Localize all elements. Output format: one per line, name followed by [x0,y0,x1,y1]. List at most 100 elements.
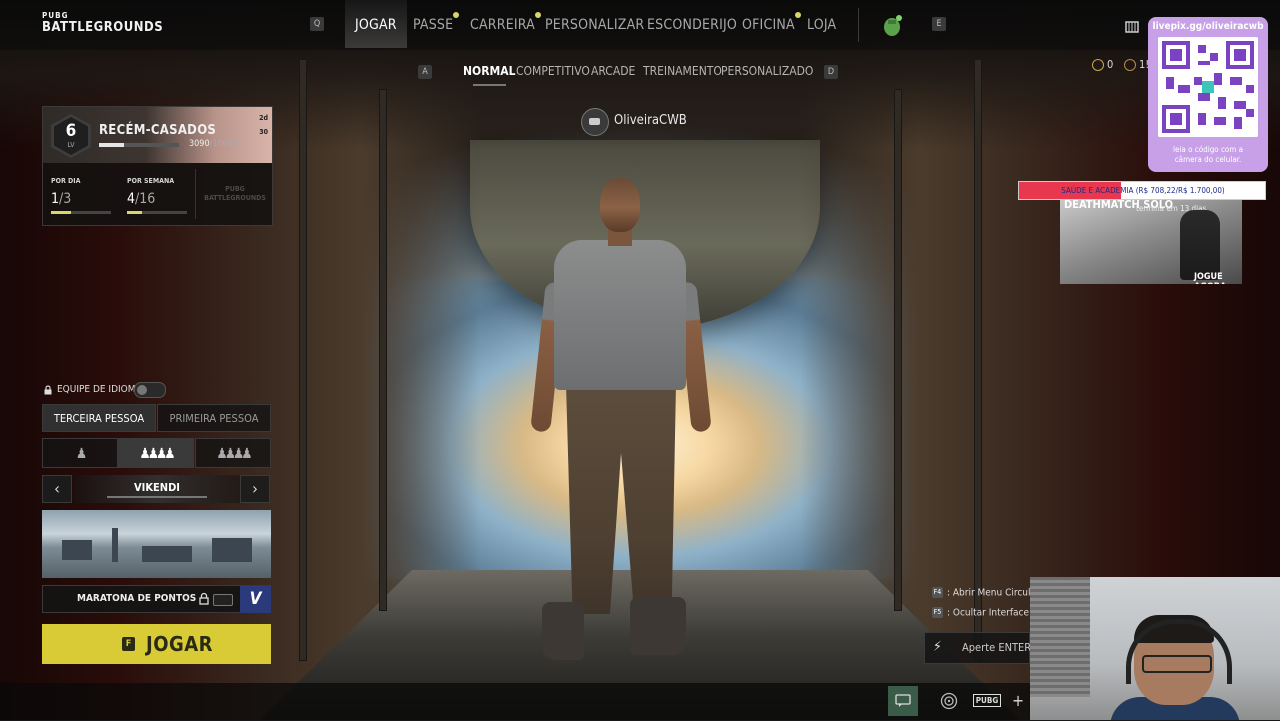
tab-label: PASSE [413,17,454,33]
tpp-button[interactable]: TERCEIRA PESSOA [42,404,156,432]
character-boot-left [542,602,584,660]
tab-esconderijo[interactable]: ESCONDERIJO [647,0,737,48]
character-head [600,178,640,232]
event-badge: V [240,586,271,613]
goal-label: SAÚDE E ACADEMIA [1061,186,1134,195]
tab-label: LOJA [807,17,837,33]
pass-watermark: PUBG BATTLEGROUNDS [204,185,266,202]
language-team-toggle[interactable] [134,382,166,398]
pass-xp-max: /10000 [209,139,239,149]
chevron-left-icon: ‹ [54,479,60,498]
pass-xp-value: 3090 [189,139,210,149]
pubg-button[interactable]: PUBG [972,686,1002,716]
shop-icon[interactable] [1124,18,1140,34]
nav-divider [858,8,859,42]
solo-icon: ♟ [75,446,87,462]
squad-solo-button[interactable]: ♟ [42,438,118,468]
pass-divider [195,169,196,219]
tab-passe[interactable]: PASSE [413,0,460,48]
goal-amount: (R$ 708,22/R$ 1.700,00) [1135,186,1225,195]
squad-fill-button[interactable]: ♟♟♟♟ [195,438,271,468]
mode-personalizado[interactable]: PERSONALIZADO [721,64,813,78]
daily-value: 1 [51,191,60,207]
chat-button[interactable] [888,686,918,716]
map-name-underline [107,496,207,498]
mode-competitivo[interactable]: COMPETITIVO [516,64,590,78]
webcam-window-blinds [1030,577,1090,697]
hint-key: F4 [932,587,943,598]
daily-progress-fill [51,211,71,214]
player-character[interactable] [530,172,712,672]
mode-treinamento[interactable]: TREINAMENTO [643,64,722,78]
next-tab-key: E [932,17,946,31]
map-name: VIKENDI [74,475,240,503]
lock-icon [199,592,209,605]
promo-cta: JOGUE AGORA [1194,272,1226,284]
pass-level: 6 [65,121,77,141]
mode-normal[interactable]: NORMAL [463,64,516,86]
add-button[interactable]: + [1003,686,1033,716]
hint-key: F5 [932,607,943,618]
fpp-button[interactable]: PRIMEIRA PESSOA [157,404,271,432]
tab-carreira[interactable]: CARREIRA [470,0,541,48]
donation-goal-bar: SAÚDE E ACADEMIA (R$ 708,22/R$ 1.700,00) [1018,181,1266,200]
weekly-max: /16 [135,191,156,207]
pass-banner: 6 LV RECÉM-CASADOS 3090/10000 2d 30 [43,107,272,163]
mode-arcade[interactable]: ARCADE [591,64,635,78]
player-name[interactable]: OliveiraCWB [614,113,687,128]
weekly-value: 4 [127,191,136,207]
play-button[interactable]: F JOGAR [42,624,271,664]
survivor-pass-panel[interactable]: 6 LV RECÉM-CASADOS 3090/10000 2d 30 POR … [42,106,273,226]
weekly-mission-label: POR SEMANA [127,177,175,185]
qr-caption-line-1: leia o código com a [1172,145,1244,154]
map-prev-button[interactable]: ‹ [42,475,72,503]
weekly-progress-bar [127,211,187,214]
tab-personalizar[interactable]: PERSONALIZAR [545,0,644,48]
squad-fill-icon: ♟♟♟♟ [216,446,252,462]
pass-count: 30 [259,128,268,136]
scene-rib [380,90,386,610]
pass-xp-fill [99,143,124,147]
event-mode-row[interactable]: MARATONA DE PONTOS V [42,585,271,613]
map-building [62,540,92,560]
tab-label: CARREIRA [470,17,535,33]
radial-menu-hint: F4 : Abrir Menu Circul [932,587,1030,599]
lightning-icon: ⚡ [933,639,942,655]
next-mode-key: D [824,65,838,79]
event-switch[interactable] [213,594,233,606]
target-icon [940,692,958,710]
daily-mission-count: 1/3 [51,191,71,207]
notification-dot [534,12,541,18]
event-promo-banner[interactable]: DEATHMATCH SOLO termina em 13 dias JOGUE… [1060,200,1242,284]
chat-enter-box[interactable]: ⚡ Aperte ENTER [924,632,1031,664]
tab-loja[interactable]: LOJA [807,0,836,48]
pix-qr-card: livepix.gg/oliveiracwb leia o código com… [1148,17,1268,172]
map-building [142,546,192,562]
map-next-button[interactable]: › [240,475,270,503]
hint-label: : Ocultar Interface [947,607,1029,619]
pass-level-label: LV [67,141,75,149]
bottom-bar [0,683,1030,720]
weekly-mission-count: 4/16 [127,191,155,207]
language-team-label: EQUIPE DE IDIOMA [57,384,142,395]
prev-mode-key: A [418,65,432,79]
settings-button[interactable] [934,686,964,716]
pubg-logo: PUBG BATTLEGROUNDS [42,11,163,40]
pass-title: RECÉM-CASADOS [99,123,217,138]
qr-url: livepix.gg/oliveiracwb [1152,21,1264,32]
lock-icon [44,385,52,395]
qr-caption-line-2: câmera do celular. [1174,155,1242,164]
logo-line-1: PUBG [42,11,69,20]
play-button-label: JOGAR [146,632,214,656]
tab-label: PERSONALIZAR [545,17,645,33]
spray-can-icon[interactable] [880,12,906,38]
streamer-webcam [1030,577,1280,720]
tab-oficina[interactable]: OFICINA [742,0,801,48]
map-preview-image[interactable] [42,510,271,578]
player-emblem[interactable] [581,108,609,136]
squad-squad-button[interactable]: ♟♟♟♟ [118,438,194,468]
prev-tab-key: Q [310,17,324,31]
tab-jogar[interactable]: JOGAR [345,0,407,48]
pass-xp-bar [99,143,179,147]
hint-label: : Abrir Menu Circul [947,587,1031,599]
